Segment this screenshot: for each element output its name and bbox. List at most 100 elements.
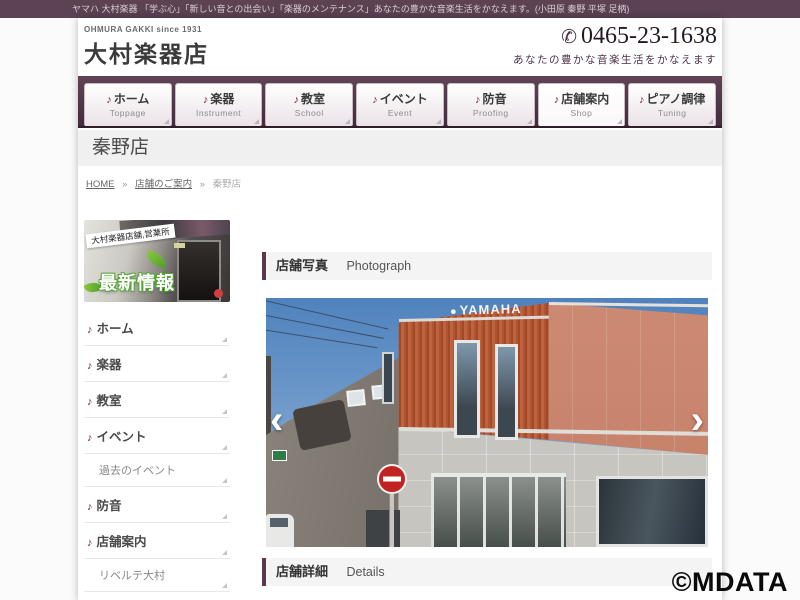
header-contact: ✆ 0465-23-1638 あなたの豊かな音楽生活をかなえます <box>513 23 717 67</box>
nav-item-sublabel: Instrument <box>196 108 242 118</box>
nav-item-label-row: ♪ 防音 <box>448 90 534 107</box>
breadcrumb: HOME » 店舗のご案内 » 秦野店 <box>86 176 722 190</box>
site-header: OHMURA GAKKI since 1931 大村楽器店 ✆ 0465-23-1… <box>78 18 722 76</box>
music-note-icon: ♪ <box>87 537 93 549</box>
music-note-icon: ♪ <box>293 94 300 106</box>
photo-carousel: ● YAMAHA ‹ › <box>262 294 712 551</box>
music-note-icon: ♪ <box>87 396 93 408</box>
section-title-en: Photograph <box>346 259 412 273</box>
nav-item-label-row: ♪ 店舗案内 <box>539 90 625 107</box>
sidebar-item-label: 過去のイベント <box>99 465 176 477</box>
nav-item-label: ホーム <box>113 92 150 106</box>
music-note-icon: ♪ <box>202 94 209 106</box>
carousel-prev-button[interactable]: ‹ <box>270 399 283 439</box>
nav-item-sublabel: Shop <box>570 108 593 118</box>
breadcrumb-home[interactable]: HOME <box>86 179 115 190</box>
nav-item-proofing[interactable]: ♪ 防音 Proofing <box>446 83 535 126</box>
music-note-icon: ♪ <box>87 324 93 336</box>
section-title-ja: 店舗詳細 <box>276 564 329 579</box>
storefront-display-window <box>596 476 708 547</box>
carousel-next-button[interactable]: › <box>691 399 704 439</box>
nav-item-home[interactable]: ♪ ホーム Toppage <box>84 83 172 126</box>
music-note-icon: ♪ <box>474 94 481 106</box>
nav-item-label: 店舗案内 <box>561 92 610 106</box>
music-note-icon: ♪ <box>638 94 645 106</box>
breadcrumb-shops[interactable]: 店舗のご案内 <box>135 179 192 190</box>
yamaha-logo-dot: ● <box>449 305 458 318</box>
music-note-icon: ♪ <box>87 432 93 444</box>
nav-item-school[interactable]: ♪ 教室 School <box>265 83 354 126</box>
section-title-en: Details <box>346 565 385 579</box>
music-note-icon: ♪ <box>106 94 112 106</box>
nav-item-tuning[interactable]: ♪ ピアノ調律 Tuning <box>628 83 717 126</box>
sidebar-item-label: ホーム <box>96 322 134 336</box>
parked-van <box>266 514 294 547</box>
sidebar-item-home[interactable]: ♪ ホーム <box>84 310 230 346</box>
news-banner[interactable]: 大村楽器店舗,営業所 最新情報 <box>84 220 230 302</box>
corner-window <box>382 352 394 404</box>
sidebar-item-label: イベント <box>96 430 147 444</box>
nav-item-label: 防音 <box>482 92 507 106</box>
sidebar-item-past-events[interactable]: 過去のイベント <box>84 454 230 487</box>
nav-item-sublabel: Event <box>387 108 413 118</box>
street-equipment <box>366 510 400 547</box>
nav-item-instrument[interactable]: ♪ 楽器 Instrument <box>174 83 263 126</box>
sidebar-item-label: 楽器 <box>96 358 122 372</box>
yamaha-logo: ● YAMAHA <box>450 301 522 318</box>
content-columns: 大村楽器店舗,営業所 最新情報 ♪ ホーム ♪ 楽器 ♪ 教室 ♪ イベント 過去のイベ… <box>78 220 722 600</box>
nav-item-shop[interactable]: ♪ 店舗案内 Shop <box>537 83 626 126</box>
nav-item-sublabel: Proofing <box>472 108 509 118</box>
nav-item-label-row: ♪ ピアノ調律 <box>629 90 715 107</box>
sidebar-item-school[interactable]: ♪ 教室 <box>84 382 230 418</box>
nav-item-sublabel: School <box>294 108 324 118</box>
banner-title: 最新情報 <box>99 273 175 293</box>
nav-item-label: 教室 <box>301 92 326 106</box>
van-window <box>270 518 288 527</box>
side-window <box>346 389 366 407</box>
music-note-icon: ♪ <box>87 360 93 372</box>
logo-tagline-small: OHMURA GAKKI since 1931 <box>84 25 202 34</box>
sidebar-item-label: リベルテ大村 <box>99 570 165 582</box>
sidebar-item-liberte-omura[interactable]: リベルテ大村 <box>84 559 230 592</box>
breadcrumb-separator: » <box>122 179 128 190</box>
section-title-ja: 店舗写真 <box>276 258 329 273</box>
upper-window <box>495 344 518 440</box>
nav-item-label-row: ♪ 楽器 <box>176 90 262 107</box>
sidebar-item-shop-guide[interactable]: ♪ 店舗案内 <box>84 523 230 559</box>
sidebar-item-label: 教室 <box>96 394 122 408</box>
page-title-bar: 秦野店 <box>78 130 722 166</box>
main-column: 店舗写真 Photograph ● YAMAHA ‹ › 店舗詳細 Detail… <box>262 220 712 600</box>
sidebar-menu: ♪ ホーム ♪ 楽器 ♪ 教室 ♪ イベント 過去のイベント ♪ 防音 ♪ 店舗案内 リベル… <box>84 310 230 600</box>
sidebar-item-event[interactable]: ♪ イベント <box>84 418 230 454</box>
sidebar-item-label: 店舗案内 <box>96 535 147 549</box>
banner-red-dot <box>214 289 223 298</box>
page-title: 秦野店 <box>92 137 150 158</box>
content-wrapper: OHMURA GAKKI since 1931 大村楽器店 ✆ 0465-23-1… <box>78 18 722 600</box>
top-notice-text: ヤマハ 大村楽器 「学ぶ心」「新しい音との出会い」「楽器のメンテナンス」あなたの… <box>72 4 630 14</box>
logo-main-text: 大村楽器店 <box>84 41 209 67</box>
main-nav: ♪ ホーム Toppage ♪ 楽器 Instrument ♪ 教室 School ♪… <box>78 76 722 128</box>
sidebar: 大村楽器店舗,営業所 最新情報 ♪ ホーム ♪ 楽器 ♪ 教室 ♪ イベント 過去のイベ… <box>84 220 230 600</box>
no-entry-sign-bar <box>383 476 401 482</box>
sidebar-item-instrument[interactable]: ♪ 楽器 <box>84 346 230 382</box>
storefront-entrance <box>431 473 566 547</box>
nav-item-label: イベント <box>379 92 428 106</box>
phone-icon: ✆ <box>561 27 578 48</box>
page: ヤマハ 大村楽器 「学ぶ心」「新しい音との出会い」「楽器のメンテナンス」あなたの… <box>0 0 800 600</box>
top-notice-bar: ヤマハ 大村楽器 「学ぶ心」「新しい音との出会い」「楽器のメンテナンス」あなたの… <box>0 0 800 18</box>
music-note-icon: ♪ <box>372 94 378 106</box>
store-photo: ● YAMAHA <box>266 298 708 547</box>
details-section-heading: 店舗詳細 Details <box>262 558 712 586</box>
breadcrumb-current: 秦野店 <box>212 179 242 190</box>
leaf-icon <box>144 250 169 269</box>
no-entry-sign <box>377 464 407 494</box>
nav-item-sublabel: Toppage <box>109 108 146 118</box>
site-logo[interactable]: OHMURA GAKKI since 1931 大村楽器店 <box>84 25 209 69</box>
yamaha-logo-text: YAMAHA <box>459 301 522 318</box>
phone-number: 0465-23-1638 <box>581 23 717 49</box>
nav-item-event[interactable]: ♪ イベント Event <box>356 83 444 126</box>
nav-item-label: 楽器 <box>210 92 235 106</box>
sidebar-item-hiratsuka[interactable]: 平塚営業所 <box>84 592 230 600</box>
sidebar-item-proofing[interactable]: ♪ 防音 <box>84 487 230 523</box>
watermark: ©MDATA <box>671 567 788 597</box>
